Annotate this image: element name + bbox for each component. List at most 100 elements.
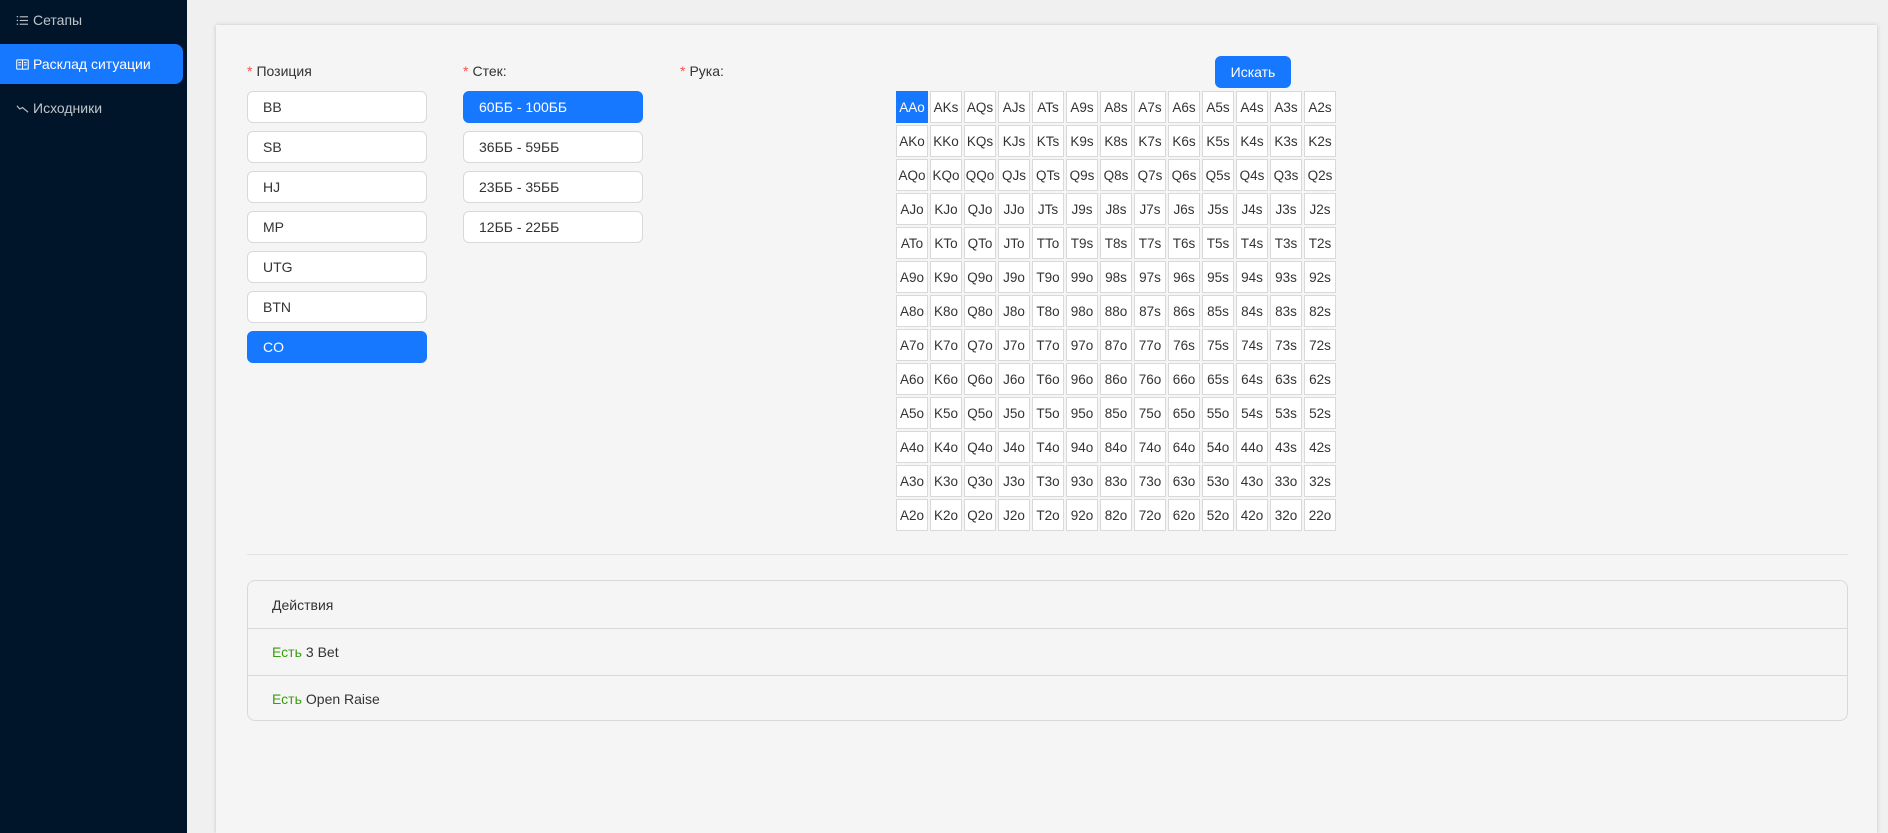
hand-cell[interactable]: 73s <box>1270 329 1302 361</box>
stack-option[interactable]: 60ББ - 100ББ <box>463 91 643 123</box>
hand-cell[interactable]: J4s <box>1236 193 1268 225</box>
search-button[interactable]: Искать <box>1215 56 1291 88</box>
hand-cell[interactable]: 76s <box>1168 329 1200 361</box>
hand-cell[interactable]: A3s <box>1270 91 1302 123</box>
hand-cell[interactable]: T4o <box>1032 431 1064 463</box>
hand-cell[interactable]: 75s <box>1202 329 1234 361</box>
hand-cell[interactable]: K3o <box>930 465 962 497</box>
hand-cell[interactable]: Q7s <box>1134 159 1166 191</box>
hand-cell[interactable]: 76o <box>1134 363 1166 395</box>
hand-cell[interactable]: A2s <box>1304 91 1336 123</box>
hand-cell[interactable]: J3o <box>998 465 1030 497</box>
hand-cell[interactable]: 94s <box>1236 261 1268 293</box>
hand-cell[interactable]: 42o <box>1236 499 1268 531</box>
position-option-hj[interactable]: HJ <box>247 171 427 203</box>
hand-cell[interactable]: 86o <box>1100 363 1132 395</box>
hand-cell[interactable]: 54s <box>1236 397 1268 429</box>
hand-cell[interactable]: A7s <box>1134 91 1166 123</box>
hand-cell[interactable]: TTo <box>1032 227 1064 259</box>
hand-cell[interactable]: KJs <box>998 125 1030 157</box>
position-option-sb[interactable]: SB <box>247 131 427 163</box>
hand-cell[interactable]: 75o <box>1134 397 1166 429</box>
hand-cell[interactable]: 62o <box>1168 499 1200 531</box>
hand-cell[interactable]: 99o <box>1066 261 1098 293</box>
hand-cell[interactable]: KTs <box>1032 125 1064 157</box>
hand-cell[interactable]: Q8o <box>964 295 996 327</box>
hand-cell[interactable]: 32o <box>1270 499 1302 531</box>
hand-cell[interactable]: 88o <box>1100 295 1132 327</box>
hand-cell[interactable]: J8o <box>998 295 1030 327</box>
hand-cell[interactable]: 82s <box>1304 295 1336 327</box>
hand-cell[interactable]: Q5s <box>1202 159 1234 191</box>
hand-cell[interactable]: 65s <box>1202 363 1234 395</box>
hand-cell[interactable]: 53o <box>1202 465 1234 497</box>
position-option-btn[interactable]: BTN <box>247 291 427 323</box>
stack-option[interactable]: 23ББ - 35ББ <box>463 171 643 203</box>
hand-cell[interactable]: AQo <box>896 159 928 191</box>
hand-cell[interactable]: Q8s <box>1100 159 1132 191</box>
hand-cell[interactable]: A8s <box>1100 91 1132 123</box>
hand-cell[interactable]: T2o <box>1032 499 1064 531</box>
hand-cell[interactable]: J5o <box>998 397 1030 429</box>
hand-cell[interactable]: 96s <box>1168 261 1200 293</box>
stack-option[interactable]: 36ББ - 59ББ <box>463 131 643 163</box>
hand-cell[interactable]: J7s <box>1134 193 1166 225</box>
hand-cell[interactable]: 86s <box>1168 295 1200 327</box>
hand-cell[interactable]: T7s <box>1134 227 1166 259</box>
hand-cell[interactable]: 74o <box>1134 431 1166 463</box>
hand-cell[interactable]: 83o <box>1100 465 1132 497</box>
hand-cell[interactable]: Q2o <box>964 499 996 531</box>
hand-cell[interactable]: 72s <box>1304 329 1336 361</box>
hand-cell[interactable]: Q3s <box>1270 159 1302 191</box>
hand-cell[interactable]: 94o <box>1066 431 1098 463</box>
hand-cell[interactable]: A8o <box>896 295 928 327</box>
hand-cell[interactable]: K5s <box>1202 125 1234 157</box>
hand-cell[interactable]: Q4s <box>1236 159 1268 191</box>
hand-cell[interactable]: 74s <box>1236 329 1268 361</box>
hand-cell[interactable]: 65o <box>1168 397 1200 429</box>
hand-cell[interactable]: A6o <box>896 363 928 395</box>
hand-cell[interactable]: 52o <box>1202 499 1234 531</box>
hand-cell[interactable]: 83s <box>1270 295 1302 327</box>
hand-cell[interactable]: J8s <box>1100 193 1132 225</box>
hand-cell[interactable]: 32s <box>1304 465 1336 497</box>
hand-cell[interactable]: 93o <box>1066 465 1098 497</box>
hand-cell[interactable]: 72o <box>1134 499 1166 531</box>
hand-cell[interactable]: 92s <box>1304 261 1336 293</box>
hand-cell[interactable]: JTo <box>998 227 1030 259</box>
hand-cell[interactable]: T5s <box>1202 227 1234 259</box>
hand-cell[interactable]: T8o <box>1032 295 1064 327</box>
hand-cell[interactable]: T3s <box>1270 227 1302 259</box>
hand-cell[interactable]: J2o <box>998 499 1030 531</box>
hand-cell[interactable]: A2o <box>896 499 928 531</box>
hand-cell[interactable]: QTs <box>1032 159 1064 191</box>
position-option-mp[interactable]: MP <box>247 211 427 243</box>
hand-cell[interactable]: K9o <box>930 261 962 293</box>
hand-cell[interactable]: T5o <box>1032 397 1064 429</box>
hand-cell[interactable]: QTo <box>964 227 996 259</box>
hand-cell[interactable]: JTs <box>1032 193 1064 225</box>
hand-cell[interactable]: J3s <box>1270 193 1302 225</box>
position-option-utg[interactable]: UTG <box>247 251 427 283</box>
hand-cell[interactable]: 63s <box>1270 363 1302 395</box>
hand-cell[interactable]: KKo <box>930 125 962 157</box>
hand-cell[interactable]: A6s <box>1168 91 1200 123</box>
hand-cell[interactable]: 84o <box>1100 431 1132 463</box>
hand-cell[interactable]: J9o <box>998 261 1030 293</box>
hand-cell[interactable]: 54o <box>1202 431 1234 463</box>
hand-cell[interactable]: J4o <box>998 431 1030 463</box>
hand-cell[interactable]: A7o <box>896 329 928 361</box>
hand-cell[interactable]: 63o <box>1168 465 1200 497</box>
hand-cell[interactable]: 64o <box>1168 431 1200 463</box>
hand-cell[interactable]: 85s <box>1202 295 1234 327</box>
hand-cell[interactable]: QJs <box>998 159 1030 191</box>
hand-cell[interactable]: K6o <box>930 363 962 395</box>
hand-cell[interactable]: J6o <box>998 363 1030 395</box>
hand-cell[interactable]: 87s <box>1134 295 1166 327</box>
hand-cell[interactable]: T9s <box>1066 227 1098 259</box>
hand-cell[interactable]: K4o <box>930 431 962 463</box>
hand-cell[interactable]: 95o <box>1066 397 1098 429</box>
hand-cell[interactable]: J6s <box>1168 193 1200 225</box>
hand-cell[interactable]: K6s <box>1168 125 1200 157</box>
hand-cell[interactable]: ATo <box>896 227 928 259</box>
